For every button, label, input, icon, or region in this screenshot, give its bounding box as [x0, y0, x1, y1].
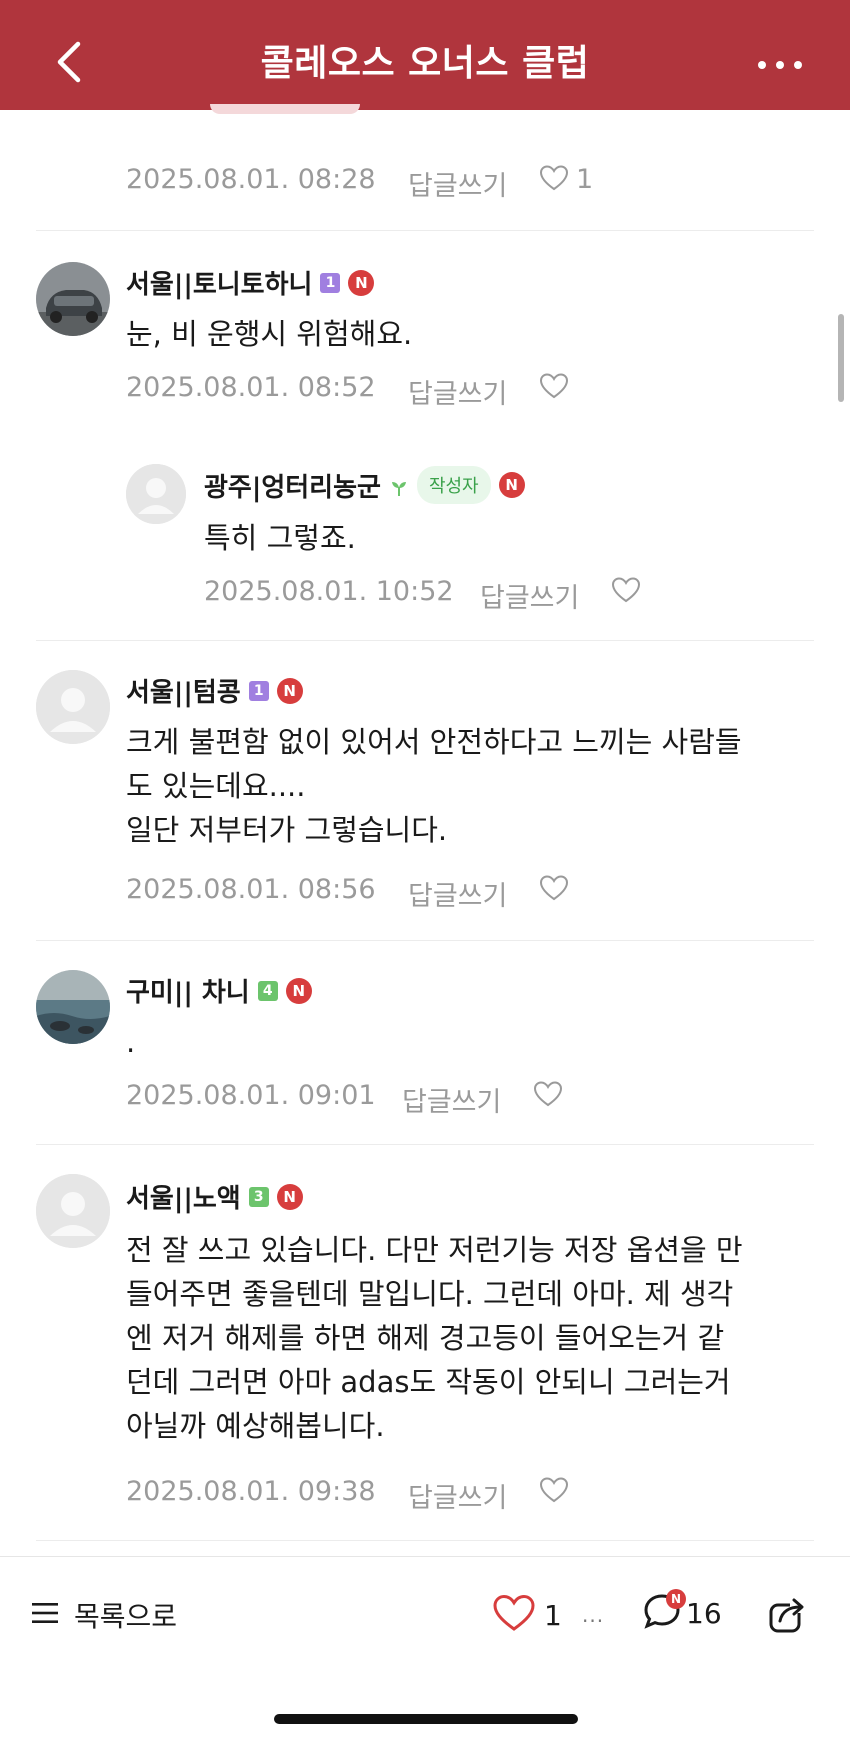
scrolled-button-remnant: [210, 104, 360, 114]
comment-date: 2025.08.01. 08:56: [126, 874, 376, 905]
comment-author[interactable]: 서울||노액 3 N: [126, 1178, 303, 1215]
divider: [36, 230, 814, 231]
level-badge: 3: [248, 1186, 269, 1207]
comment-text-line: 아닐까 예상해봅니다.: [126, 1409, 385, 1443]
reply-button[interactable]: 답글쓰기: [480, 576, 579, 615]
more-dots-icon[interactable]: ···: [582, 1609, 604, 1633]
comment-text-line: 크게 불편함 없이 있어서 안전하다고 느끼는 사람들: [126, 725, 742, 759]
comment-text-line: 들어주면 좋을텐데 말입니다. 그런데 아마. 제 생각: [126, 1277, 734, 1311]
new-badge: N: [285, 977, 312, 1004]
comment-text: .: [126, 1025, 136, 1059]
like-count: 1: [576, 164, 594, 195]
scrollbar[interactable]: [838, 314, 844, 402]
level-badge: 1: [320, 272, 341, 293]
comment-date: 2025.08.01. 09:01: [126, 1080, 376, 1111]
new-badge: N: [498, 472, 525, 498]
home-indicator: [274, 1714, 578, 1724]
avatar[interactable]: [36, 262, 110, 336]
divider: [36, 1540, 814, 1541]
comment-author[interactable]: 서울||토니토하니 1 N: [126, 264, 375, 301]
comment-date: 2025.08.01. 08:28: [126, 164, 376, 195]
author-name[interactable]: 서울||노액: [126, 1178, 241, 1215]
new-badge: N: [276, 1183, 303, 1210]
comment-count-button[interactable]: N 16: [642, 1589, 722, 1635]
comment-text-line: 도 있는데요....: [126, 769, 306, 803]
top-app-bar: 콜레오스 오너스 클럽: [0, 0, 850, 110]
avatar[interactable]: [36, 1174, 110, 1248]
comment-date: 2025.08.01. 10:52: [204, 576, 454, 607]
like-button[interactable]: 1: [492, 1593, 562, 1637]
heart-icon[interactable]: [538, 872, 570, 904]
comment-text-line: 일단 저부터가 그렇습니다.: [126, 813, 448, 847]
page-title: 콜레오스 오너스 클럽: [260, 43, 590, 84]
avatar[interactable]: [36, 670, 110, 744]
heart-icon[interactable]: [532, 1078, 564, 1110]
new-badge: N: [666, 1589, 686, 1609]
heart-icon[interactable]: [538, 162, 570, 194]
level-badge: 1: [248, 680, 269, 701]
comment-date: 2025.08.01. 09:38: [126, 1476, 376, 1507]
author-name[interactable]: 광주|엉터리농군: [204, 467, 381, 504]
reply-button[interactable]: 답글쓰기: [402, 1080, 501, 1119]
comment-text-line: 던데 그러면 아마 adas도 작동이 안되니 그러는거: [126, 1365, 731, 1399]
heart-icon[interactable]: [538, 370, 570, 402]
reply-button[interactable]: 답글쓰기: [408, 874, 507, 913]
divider: [36, 640, 814, 641]
divider: [36, 940, 814, 941]
share-icon[interactable]: [766, 1591, 810, 1635]
sprout-icon: [389, 475, 409, 496]
comment-date: 2025.08.01. 08:52: [126, 372, 376, 403]
level-badge: 4: [257, 980, 278, 1001]
comment-count: 16: [686, 1596, 722, 1630]
heart-icon: [492, 1593, 536, 1637]
avatar[interactable]: [36, 970, 110, 1044]
comment-text-line: 전 잘 쓰고 있습니다. 다만 저런기능 저장 옵션을 만: [126, 1233, 743, 1267]
comment-author[interactable]: 광주|엉터리농군 작성자 N: [204, 466, 525, 504]
reply-button[interactable]: 답글쓰기: [408, 372, 507, 411]
author-tag: 작성자: [416, 466, 491, 504]
new-badge: N: [276, 677, 303, 704]
author-name[interactable]: 서울||토니토하니: [126, 264, 312, 301]
avatar[interactable]: [126, 464, 186, 524]
heart-icon[interactable]: [610, 574, 642, 606]
list-menu-icon: [30, 1601, 60, 1629]
comment-text: 특히 그렇죠.: [204, 521, 356, 555]
back-to-list-button[interactable]: 목록으로: [30, 1595, 177, 1635]
back-to-list-label: 목록으로: [74, 1600, 178, 1633]
like-count: 1: [544, 1598, 562, 1632]
author-name[interactable]: 구미|| 차니: [126, 972, 250, 1009]
more-options-icon[interactable]: [750, 44, 810, 84]
comment-text: 눈, 비 운행시 위험해요.: [126, 317, 413, 351]
reply-button[interactable]: 답글쓰기: [408, 164, 507, 203]
reply-button[interactable]: 답글쓰기: [408, 1476, 507, 1515]
new-badge: N: [348, 269, 375, 296]
heart-icon[interactable]: [538, 1474, 570, 1506]
author-name[interactable]: 서울||텀콩: [126, 672, 241, 709]
divider: [36, 1144, 814, 1145]
comment-author[interactable]: 구미|| 차니 4 N: [126, 972, 312, 1009]
comment-author[interactable]: 서울||텀콩 1 N: [126, 672, 303, 709]
comment-text-line: 엔 저거 해제를 하면 해제 경고등이 들어오는거 같: [126, 1321, 725, 1355]
